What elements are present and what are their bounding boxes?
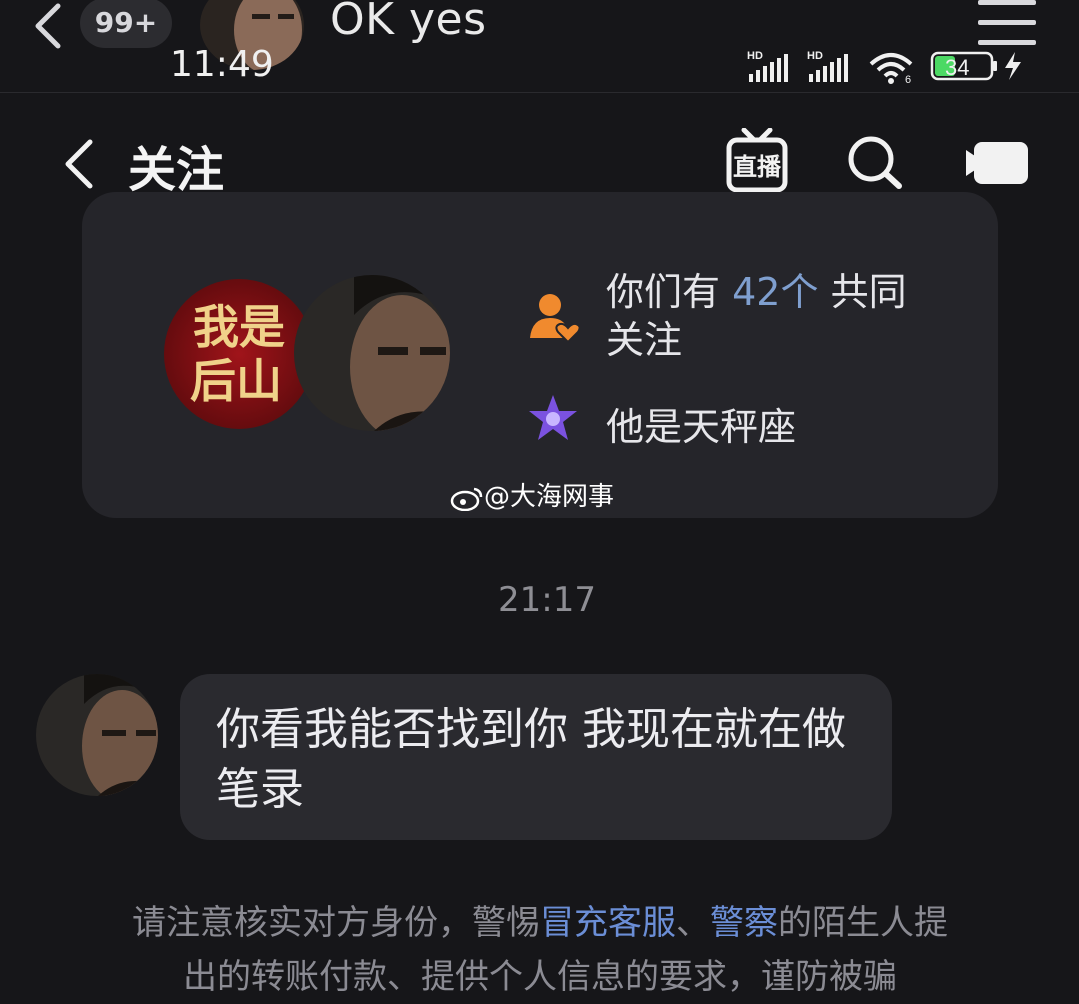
svg-text:后山: 后山 [190,354,282,408]
back-icon[interactable] [60,138,100,190]
message-text: 你看我能否找到你 我现在就在做笔录 [216,704,846,815]
chat-title: OK yes [330,0,487,45]
menu-icon[interactable] [976,0,1038,48]
live-icon[interactable]: 直播 [726,127,788,194]
zodiac-text: 他是天秤座 [606,405,797,449]
video-call-icon[interactable] [964,140,1030,186]
watermark-text: @大海网事 [484,482,615,512]
safety-notice: 请注意核实对方身份，警惕冒充客服、警察的陌生人提 出的转账付款、提供个人信息的要… [60,896,1020,1004]
message-timestamp: 21:17 [498,580,596,620]
sender-avatar[interactable] [36,674,158,796]
mutual-follow-text: 你们有 42个 共同关注 [606,268,926,364]
svg-text:我是: 我是 [193,300,285,354]
back-icon[interactable] [28,2,68,52]
page-title: 关注 [128,142,225,198]
my-avatar: 我是 后山 [164,279,314,429]
mutual-count[interactable]: 42个 [732,270,818,314]
impersonate-service-link[interactable]: 冒充客服 [540,903,676,943]
svg-text:34: 34 [945,55,969,80]
status-time: 11:49 [170,44,274,85]
battery-icon: 34 [930,51,1021,81]
svg-text:6: 6 [905,74,911,84]
unread-badge[interactable]: 99+ [80,0,172,48]
signal-icon-2: HD [807,50,848,82]
mutual-follow-icon [526,290,581,344]
signal-icon: HD [747,50,788,82]
svg-text:HD: HD [747,50,763,62]
weibo-icon [450,487,483,511]
police-link[interactable]: 警察 [710,903,778,943]
wifi-icon: 6 [869,53,913,86]
status-icons: HD HD 6 34 [745,48,1030,86]
svg-text:HD: HD [807,50,823,62]
mutual-prefix: 你们有 [606,270,721,314]
notice-line-2: 出的转账付款、提供个人信息的要求，谨防被骗 [183,957,897,997]
search-icon[interactable] [846,134,904,190]
contact-avatar [294,275,450,431]
zodiac-star-icon [526,393,580,443]
notice-line-1: 请注意核实对方身份，警惕冒充客服、警察的陌生人提 [132,903,948,943]
watermark: @大海网事 [450,476,614,513]
svg-text:直播: 直播 [733,153,782,181]
